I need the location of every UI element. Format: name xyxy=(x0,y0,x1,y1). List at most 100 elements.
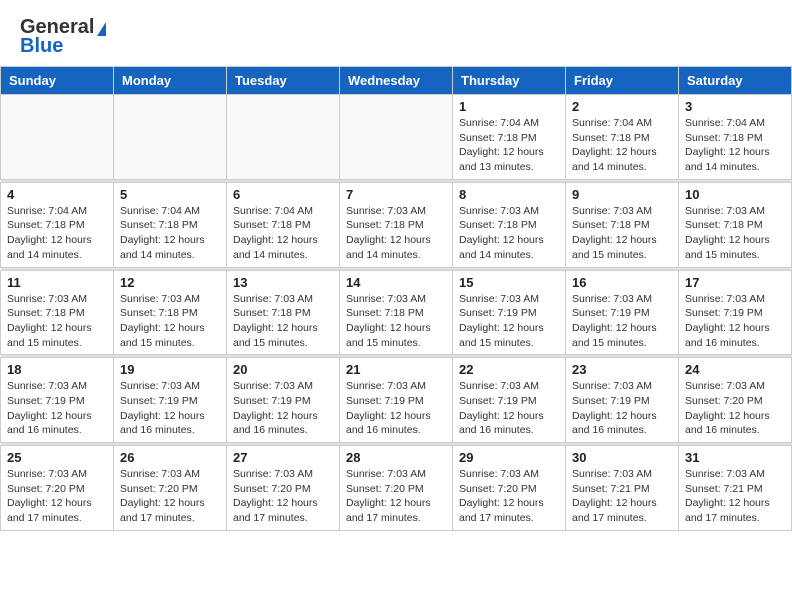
day-info: Sunrise: 7:04 AM Sunset: 7:18 PM Dayligh… xyxy=(572,116,672,175)
day-number: 8 xyxy=(459,187,559,202)
day-number: 4 xyxy=(7,187,107,202)
day-number: 2 xyxy=(572,99,672,114)
day-info: Sunrise: 7:03 AM Sunset: 7:19 PM Dayligh… xyxy=(459,379,559,438)
day-info: Sunrise: 7:03 AM Sunset: 7:19 PM Dayligh… xyxy=(459,292,559,351)
day-number: 23 xyxy=(572,362,672,377)
day-info: Sunrise: 7:03 AM Sunset: 7:19 PM Dayligh… xyxy=(120,379,220,438)
calendar-day-7: 7Sunrise: 7:03 AM Sunset: 7:18 PM Daylig… xyxy=(340,182,453,267)
day-info: Sunrise: 7:03 AM Sunset: 7:20 PM Dayligh… xyxy=(685,379,785,438)
day-number: 6 xyxy=(233,187,333,202)
day-number: 20 xyxy=(233,362,333,377)
calendar-day-2: 2 Sunrise: 7:04 AM Sunset: 7:18 PM Daylig… xyxy=(566,95,679,180)
day-info: Sunrise: 7:04 AM Sunset: 7:18 PM Dayligh… xyxy=(459,116,559,175)
calendar-day-18: 18 Sunrise: 7:03 AM Sunset: 7:19 PM Dayli… xyxy=(1,358,114,443)
day-number: 16 xyxy=(572,275,672,290)
calendar-day-26: 26 Sunrise: 7:03 AM Sunset: 7:20 PM Dayli… xyxy=(114,446,227,531)
column-header-tuesday: Tuesday xyxy=(227,67,340,95)
calendar-table: SundayMondayTuesdayWednesdayThursdayFrid… xyxy=(0,66,792,531)
calendar-day-6: 6 Sunrise: 7:04 AM Sunset: 7:18 PM Daylig… xyxy=(227,182,340,267)
calendar-day-21: 21Sunrise: 7:03 AM Sunset: 7:19 PM Dayli… xyxy=(340,358,453,443)
day-info: Sunrise: 7:03 AM Sunset: 7:18 PM Dayligh… xyxy=(120,292,220,351)
day-number: 31 xyxy=(685,450,785,465)
calendar-week-row: 18 Sunrise: 7:03 AM Sunset: 7:19 PM Dayli… xyxy=(1,358,792,443)
day-info: Sunrise: 7:03 AM Sunset: 7:18 PM Dayligh… xyxy=(346,292,446,351)
page-header: General Blue xyxy=(0,0,792,66)
calendar-day-empty xyxy=(114,95,227,180)
day-number: 14 xyxy=(346,275,446,290)
day-info: Sunrise: 7:03 AM Sunset: 7:20 PM Dayligh… xyxy=(120,467,220,526)
day-number: 29 xyxy=(459,450,559,465)
calendar-day-12: 12 Sunrise: 7:03 AM Sunset: 7:18 PM Dayli… xyxy=(114,270,227,355)
day-number: 24 xyxy=(685,362,785,377)
day-info: Sunrise: 7:03 AM Sunset: 7:18 PM Dayligh… xyxy=(572,204,672,263)
day-number: 11 xyxy=(7,275,107,290)
calendar-day-29: 29 Sunrise: 7:03 AM Sunset: 7:20 PM Dayli… xyxy=(453,446,566,531)
day-number: 30 xyxy=(572,450,672,465)
day-info: Sunrise: 7:03 AM Sunset: 7:19 PM Dayligh… xyxy=(572,379,672,438)
calendar-day-20: 20Sunrise: 7:03 AM Sunset: 7:19 PM Dayli… xyxy=(227,358,340,443)
column-header-monday: Monday xyxy=(114,67,227,95)
day-number: 22 xyxy=(459,362,559,377)
day-number: 7 xyxy=(346,187,446,202)
day-number: 28 xyxy=(346,450,446,465)
day-number: 21 xyxy=(346,362,446,377)
day-number: 9 xyxy=(572,187,672,202)
calendar-day-3: 3 Sunrise: 7:04 AM Sunset: 7:18 PM Daylig… xyxy=(679,95,792,180)
day-number: 25 xyxy=(7,450,107,465)
day-info: Sunrise: 7:04 AM Sunset: 7:18 PM Dayligh… xyxy=(233,204,333,263)
calendar-day-17: 17Sunrise: 7:03 AM Sunset: 7:19 PM Dayli… xyxy=(679,270,792,355)
day-number: 1 xyxy=(459,99,559,114)
calendar-day-14: 14 Sunrise: 7:03 AM Sunset: 7:18 PM Dayli… xyxy=(340,270,453,355)
calendar-day-8: 8 Sunrise: 7:03 AM Sunset: 7:18 PM Daylig… xyxy=(453,182,566,267)
day-number: 12 xyxy=(120,275,220,290)
calendar-day-4: 4 Sunrise: 7:04 AM Sunset: 7:18 PM Daylig… xyxy=(1,182,114,267)
calendar-day-31: 31 Sunrise: 7:03 AM Sunset: 7:21 PM Dayli… xyxy=(679,446,792,531)
calendar-header-row: SundayMondayTuesdayWednesdayThursdayFrid… xyxy=(1,67,792,95)
day-info: Sunrise: 7:03 AM Sunset: 7:20 PM Dayligh… xyxy=(7,467,107,526)
day-number: 19 xyxy=(120,362,220,377)
day-info: Sunrise: 7:03 AM Sunset: 7:18 PM Dayligh… xyxy=(233,292,333,351)
calendar-day-30: 30Sunrise: 7:03 AM Sunset: 7:21 PM Dayli… xyxy=(566,446,679,531)
calendar-day-5: 5 Sunrise: 7:04 AM Sunset: 7:18 PM Daylig… xyxy=(114,182,227,267)
day-info: Sunrise: 7:04 AM Sunset: 7:18 PM Dayligh… xyxy=(7,204,107,263)
calendar-day-22: 22 Sunrise: 7:03 AM Sunset: 7:19 PM Dayli… xyxy=(453,358,566,443)
day-number: 15 xyxy=(459,275,559,290)
day-info: Sunrise: 7:03 AM Sunset: 7:18 PM Dayligh… xyxy=(685,204,785,263)
day-number: 3 xyxy=(685,99,785,114)
day-number: 26 xyxy=(120,450,220,465)
day-number: 27 xyxy=(233,450,333,465)
column-header-saturday: Saturday xyxy=(679,67,792,95)
day-info: Sunrise: 7:03 AM Sunset: 7:19 PM Dayligh… xyxy=(572,292,672,351)
calendar-day-9: 9 Sunrise: 7:03 AM Sunset: 7:18 PM Daylig… xyxy=(566,182,679,267)
column-header-wednesday: Wednesday xyxy=(340,67,453,95)
calendar-day-11: 11Sunrise: 7:03 AM Sunset: 7:18 PM Dayli… xyxy=(1,270,114,355)
day-number: 13 xyxy=(233,275,333,290)
day-info: Sunrise: 7:03 AM Sunset: 7:19 PM Dayligh… xyxy=(685,292,785,351)
calendar-day-28: 28 Sunrise: 7:03 AM Sunset: 7:20 PM Dayli… xyxy=(340,446,453,531)
day-info: Sunrise: 7:03 AM Sunset: 7:21 PM Dayligh… xyxy=(685,467,785,526)
day-number: 10 xyxy=(685,187,785,202)
column-header-sunday: Sunday xyxy=(1,67,114,95)
day-info: Sunrise: 7:03 AM Sunset: 7:20 PM Dayligh… xyxy=(233,467,333,526)
calendar-day-15: 15 Sunrise: 7:03 AM Sunset: 7:19 PM Dayli… xyxy=(453,270,566,355)
day-number: 5 xyxy=(120,187,220,202)
calendar-day-23: 23 Sunrise: 7:03 AM Sunset: 7:19 PM Dayli… xyxy=(566,358,679,443)
day-info: Sunrise: 7:03 AM Sunset: 7:19 PM Dayligh… xyxy=(7,379,107,438)
calendar-day-24: 24 Sunrise: 7:03 AM Sunset: 7:20 PM Dayli… xyxy=(679,358,792,443)
calendar-week-row: 1 Sunrise: 7:04 AM Sunset: 7:18 PM Daylig… xyxy=(1,95,792,180)
calendar-week-row: 25 Sunrise: 7:03 AM Sunset: 7:20 PM Dayli… xyxy=(1,446,792,531)
calendar-day-25: 25 Sunrise: 7:03 AM Sunset: 7:20 PM Dayli… xyxy=(1,446,114,531)
calendar-day-16: 16 Sunrise: 7:03 AM Sunset: 7:19 PM Dayli… xyxy=(566,270,679,355)
calendar-day-empty xyxy=(1,95,114,180)
calendar-day-10: 10 Sunrise: 7:03 AM Sunset: 7:18 PM Dayli… xyxy=(679,182,792,267)
column-header-thursday: Thursday xyxy=(453,67,566,95)
calendar-day-13: 13 Sunrise: 7:03 AM Sunset: 7:18 PM Dayli… xyxy=(227,270,340,355)
day-info: Sunrise: 7:03 AM Sunset: 7:18 PM Dayligh… xyxy=(459,204,559,263)
logo-triangle-icon xyxy=(97,22,106,36)
day-number: 18 xyxy=(7,362,107,377)
day-info: Sunrise: 7:04 AM Sunset: 7:18 PM Dayligh… xyxy=(685,116,785,175)
logo-blue-text: Blue xyxy=(20,35,63,58)
day-info: Sunrise: 7:03 AM Sunset: 7:20 PM Dayligh… xyxy=(459,467,559,526)
day-info: Sunrise: 7:04 AM Sunset: 7:18 PM Dayligh… xyxy=(120,204,220,263)
day-info: Sunrise: 7:03 AM Sunset: 7:20 PM Dayligh… xyxy=(346,467,446,526)
